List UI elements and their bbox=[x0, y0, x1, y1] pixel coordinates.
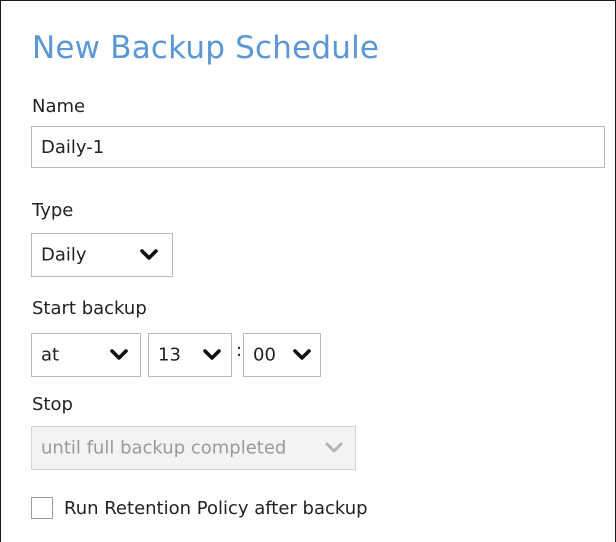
chevron-down-icon bbox=[293, 349, 311, 360]
name-input[interactable] bbox=[31, 126, 605, 168]
type-select[interactable]: Daily bbox=[31, 233, 173, 277]
start-minute-select[interactable]: 00 bbox=[243, 333, 321, 377]
retention-checkbox-row[interactable]: Run Retention Policy after backup bbox=[31, 497, 368, 519]
time-separator: : bbox=[236, 340, 243, 361]
start-hour-value: 13 bbox=[158, 344, 181, 366]
retention-checkbox-label[interactable]: Run Retention Policy after backup bbox=[64, 498, 368, 519]
dialog-title: New Backup Schedule bbox=[32, 30, 380, 66]
chevron-down-icon bbox=[203, 349, 221, 360]
start-minute-value: 00 bbox=[253, 344, 276, 366]
stop-select-value: until full backup completed bbox=[41, 437, 287, 459]
start-hour-select[interactable]: 13 bbox=[148, 333, 232, 377]
chevron-down-icon bbox=[140, 249, 158, 260]
stop-select: until full backup completed bbox=[31, 426, 356, 470]
start-mode-select[interactable]: at bbox=[31, 333, 141, 377]
name-label: Name bbox=[32, 96, 86, 117]
type-label: Type bbox=[32, 200, 74, 221]
type-select-value: Daily bbox=[41, 244, 87, 266]
retention-checkbox[interactable] bbox=[31, 497, 53, 519]
start-backup-label: Start backup bbox=[32, 298, 147, 319]
stop-label: Stop bbox=[32, 394, 73, 415]
start-mode-value: at bbox=[41, 344, 60, 366]
chevron-down-icon bbox=[110, 349, 128, 360]
chevron-down-icon bbox=[325, 442, 343, 453]
